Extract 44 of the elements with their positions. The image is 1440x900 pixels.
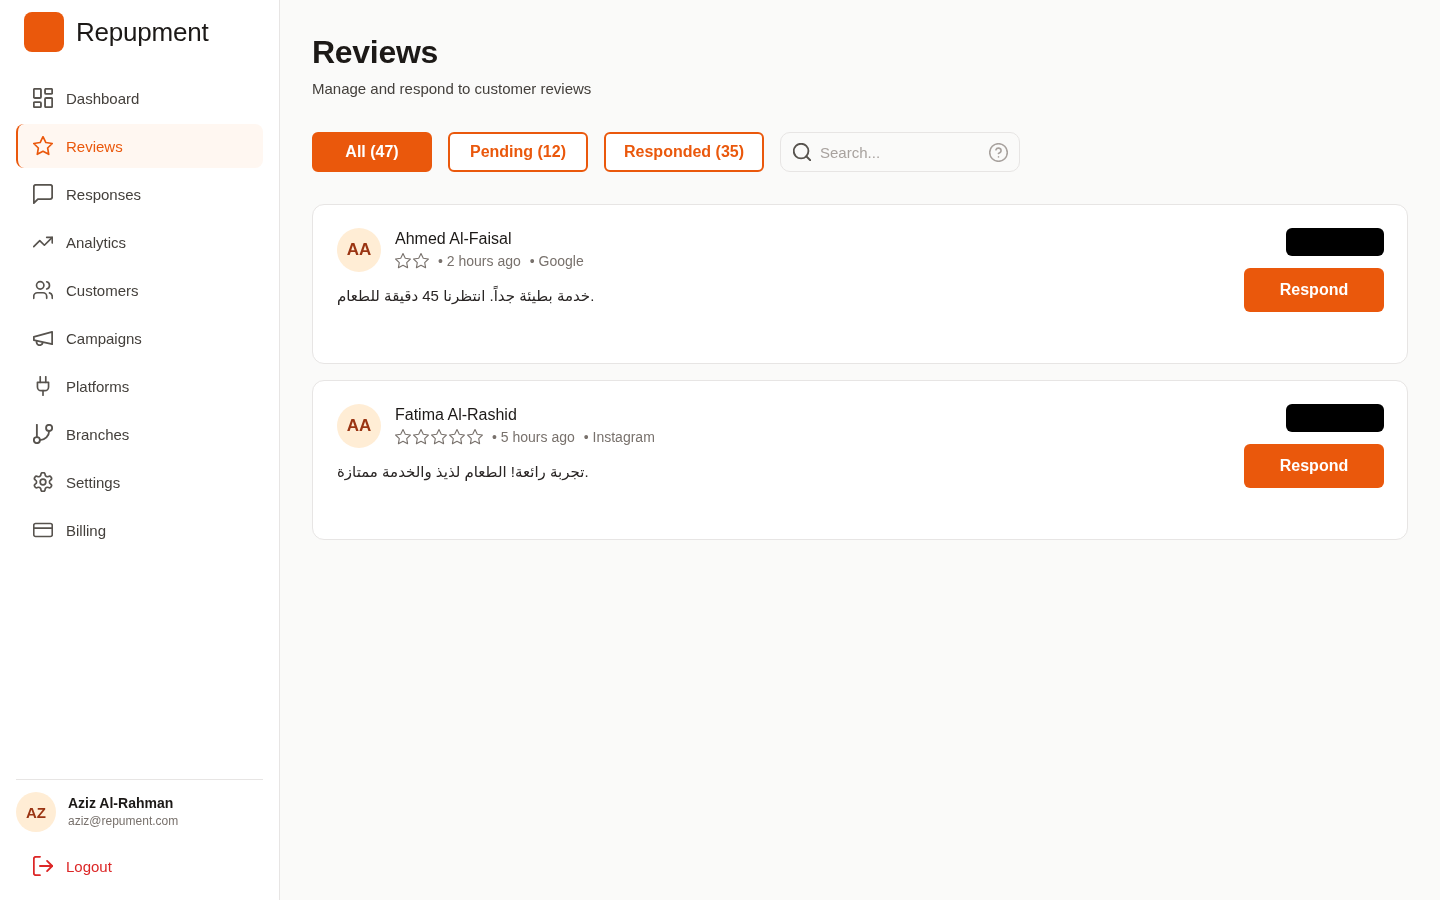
review-time: • 2 hours ago bbox=[438, 252, 521, 271]
nav-item[interactable]: Responses bbox=[16, 172, 263, 216]
user-name: Aziz Al-Rahman bbox=[68, 795, 175, 812]
filter-tab[interactable]: Responded (35) bbox=[604, 132, 764, 172]
nav-item[interactable]: Analytics bbox=[16, 220, 263, 264]
star-icon bbox=[33, 136, 53, 156]
search-field[interactable]: Search... bbox=[780, 132, 1020, 172]
user-email: aziz@repument.com bbox=[68, 813, 179, 829]
people-icon bbox=[33, 280, 53, 300]
nav-item[interactable]: Billing bbox=[16, 508, 263, 552]
respond-button[interactable]: Respond bbox=[1244, 444, 1384, 488]
page-title: Reviews bbox=[312, 33, 439, 72]
review-text: خدمة بطيئة جداً. انتظرنا 45 دقيقة للطعام. bbox=[337, 286, 595, 306]
review-time: • 5 hours ago bbox=[492, 428, 575, 447]
reviewer-name: Ahmed Al-Faisal bbox=[395, 229, 513, 249]
logout-link[interactable]: Logout bbox=[16, 844, 263, 888]
filter-tab[interactable]: Pending (12) bbox=[448, 132, 588, 172]
nav-item[interactable]: Branches bbox=[16, 412, 263, 456]
logo-square bbox=[24, 12, 64, 52]
review-platform: • Google bbox=[529, 252, 584, 271]
brand-name: Repupment bbox=[76, 16, 209, 48]
nav-item[interactable]: Campaigns bbox=[16, 316, 263, 360]
card-icon bbox=[33, 520, 53, 540]
nav-item[interactable]: Settings bbox=[16, 460, 263, 504]
review-text: تجربة رائعة! الطعام لذيذ والخدمة ممتازة. bbox=[337, 462, 590, 482]
reviewer-avatar: AA bbox=[337, 404, 381, 448]
nav-item[interactable]: Dashboard bbox=[16, 76, 263, 120]
logout-icon bbox=[33, 856, 53, 876]
speech-bubble-icon bbox=[33, 184, 53, 204]
nav-item[interactable]: Customers bbox=[16, 268, 263, 312]
branch-icon bbox=[33, 424, 53, 444]
search-icon bbox=[793, 143, 811, 161]
user-avatar: AZ bbox=[16, 792, 56, 832]
filter-tab[interactable]: All (47) bbox=[312, 132, 432, 172]
help-icon bbox=[989, 142, 1008, 162]
page-subtitle: Manage and respond to customer reviews bbox=[312, 79, 593, 99]
settings-icon bbox=[33, 472, 53, 492]
reviewer-name: Fatima Al-Rashid bbox=[395, 405, 518, 425]
review-platform: • Instagram bbox=[583, 428, 655, 447]
megaphone-icon bbox=[33, 328, 53, 348]
reviewer-avatar: AA bbox=[337, 228, 381, 272]
respond-button[interactable]: Respond bbox=[1244, 268, 1384, 312]
nav-item[interactable]: Platforms bbox=[16, 364, 263, 408]
grid-icon bbox=[33, 88, 53, 108]
